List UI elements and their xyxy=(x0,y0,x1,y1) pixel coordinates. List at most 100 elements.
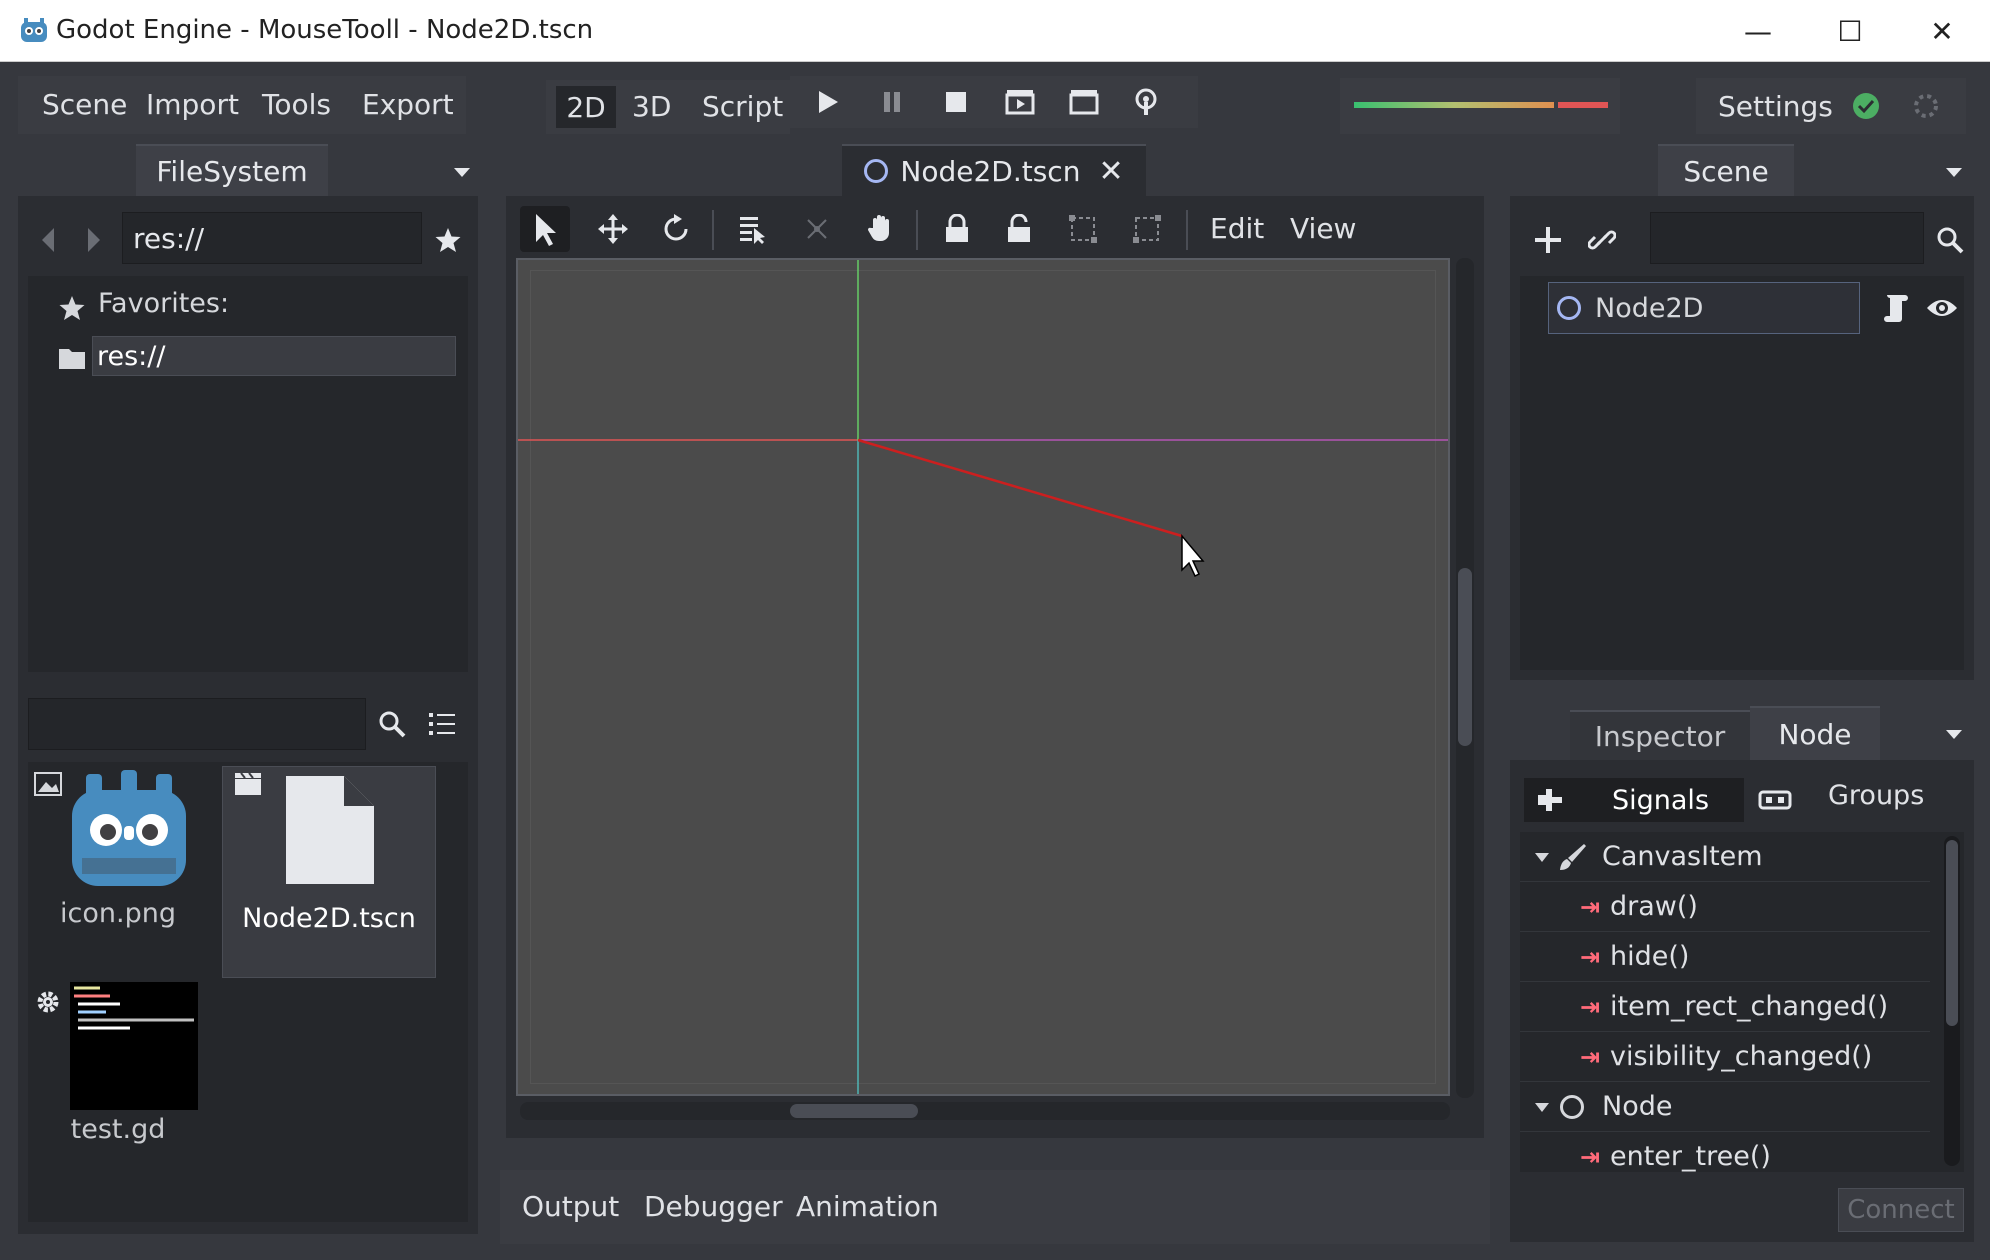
signal-item-rect-changed[interactable]: ⇥ item_rect_changed() xyxy=(1520,982,1930,1032)
menu-export[interactable]: Export xyxy=(362,88,454,121)
back-arrow-icon[interactable] xyxy=(34,222,62,258)
add-node-icon[interactable] xyxy=(1526,218,1570,262)
settings-area: Settings xyxy=(1696,78,1966,134)
scene-tree-node2d-label: Node2D xyxy=(1595,292,1704,324)
tab-scene[interactable]: Scene xyxy=(1658,144,1794,196)
rotate-tool-icon[interactable] xyxy=(654,206,700,252)
file-item-node2d-tscn[interactable]: Node2D.tscn xyxy=(222,766,436,978)
toolbar-separator xyxy=(916,210,918,250)
select-tool-icon[interactable] xyxy=(520,206,570,252)
visibility-eye-icon[interactable] xyxy=(1924,290,1960,326)
signal-category-canvasitem[interactable]: CanvasItem xyxy=(1520,832,1930,882)
forward-arrow-icon[interactable] xyxy=(80,222,108,258)
node-dock-menu-arrow-icon[interactable] xyxy=(1944,718,1964,739)
play-icon[interactable] xyxy=(808,84,848,120)
node-filter-input[interactable] xyxy=(1650,212,1924,264)
mode-script-button[interactable]: Script xyxy=(702,90,783,123)
instance-link-icon[interactable] xyxy=(1580,218,1624,262)
pause-icon[interactable] xyxy=(872,84,912,120)
signal-arrow-icon: ⇥ xyxy=(1579,1042,1601,1071)
unlock-icon[interactable] xyxy=(996,206,1042,252)
tab-debugger[interactable]: Debugger xyxy=(644,1190,783,1223)
favorites-label: Favorites: xyxy=(98,288,230,319)
connect-button[interactable]: Connect xyxy=(1838,1188,1964,1232)
menu-scene[interactable]: Scene xyxy=(42,88,127,121)
signal-arrow-icon: ⇥ xyxy=(1579,1142,1601,1171)
mode-2d-button[interactable]: 2D xyxy=(556,86,616,128)
play-custom-scene-icon[interactable] xyxy=(1064,84,1104,120)
signal-enter-tree[interactable]: ⇥ enter_tree() xyxy=(1520,1132,1930,1172)
signals-scrollbar-thumb[interactable] xyxy=(1946,840,1958,1026)
tab-animation[interactable]: Animation xyxy=(796,1190,939,1223)
file-label-icon-png[interactable]: icon.png xyxy=(28,898,208,929)
scene-tree-node2d[interactable]: Node2D xyxy=(1548,282,1860,334)
play-scene-icon[interactable] xyxy=(1000,84,1040,120)
file-label-test-gd[interactable]: test.gd xyxy=(28,1114,208,1145)
collapse-arrow-icon[interactable] xyxy=(1532,847,1552,867)
close-tab-icon[interactable]: ✕ xyxy=(1098,154,1123,189)
pivot-tool-icon[interactable] xyxy=(794,206,840,252)
vertical-scrollbar-thumb[interactable] xyxy=(1458,568,1472,746)
node-dock: Signals Groups CanvasItem ⇥ draw() ⇥ hid… xyxy=(1510,760,1974,1242)
move-tool-icon[interactable] xyxy=(590,206,636,252)
dock-menu-arrow-icon[interactable] xyxy=(452,156,472,177)
horizontal-scrollbar-thumb[interactable] xyxy=(790,1104,918,1118)
signal-arrow-icon: ⇥ xyxy=(1579,942,1601,971)
tab-output[interactable]: Output xyxy=(522,1190,619,1223)
pan-hand-icon[interactable] xyxy=(858,206,904,252)
path-field[interactable]: res:// xyxy=(122,212,422,264)
search-icon[interactable] xyxy=(370,702,414,746)
menu-view[interactable]: View xyxy=(1290,212,1356,245)
window-titlebar: Godot Engine - MouseTooll - Node2D.tscn … xyxy=(0,0,1990,62)
menu-edit[interactable]: Edit xyxy=(1210,212,1264,245)
favorite-star-icon[interactable] xyxy=(428,220,468,260)
file-search-input[interactable] xyxy=(28,698,366,750)
audio-meter-peak xyxy=(1558,102,1608,108)
tree-item-res[interactable]: res:// xyxy=(92,336,456,376)
viewport-2d[interactable] xyxy=(516,258,1450,1096)
signal-category-node[interactable]: Node xyxy=(1520,1082,1930,1132)
scene-dock-menu-arrow-icon[interactable] xyxy=(1944,156,1964,177)
tab-node[interactable]: Node xyxy=(1750,706,1880,760)
stop-icon[interactable] xyxy=(936,84,976,120)
mode-3d-button[interactable]: 3D xyxy=(632,90,671,123)
subtab-signals[interactable]: Signals xyxy=(1524,778,1744,822)
audio-meter xyxy=(1340,78,1620,134)
signal-category-label: CanvasItem xyxy=(1602,841,1763,872)
signals-scrollbar[interactable] xyxy=(1944,836,1960,1166)
maximize-button[interactable]: ☐ xyxy=(1804,0,1896,62)
tab-filesystem[interactable]: FileSystem xyxy=(136,144,328,196)
ungroup-icon[interactable] xyxy=(1124,206,1170,252)
list-select-icon[interactable] xyxy=(730,206,776,252)
toolbar-separator xyxy=(712,210,714,250)
debug-options-icon[interactable] xyxy=(1126,84,1166,120)
list-view-icon[interactable] xyxy=(420,702,464,746)
minimize-button[interactable]: — xyxy=(1712,0,1804,62)
attach-script-icon[interactable] xyxy=(1880,290,1912,326)
menu-tools[interactable]: Tools xyxy=(262,88,331,121)
tab-node2d-tscn[interactable]: Node2D.tscn ✕ xyxy=(842,144,1146,196)
vertical-scrollbar[interactable] xyxy=(1456,258,1474,1098)
signals-tree: CanvasItem ⇥ draw() ⇥ hide() ⇥ item_rect… xyxy=(1520,832,1964,1172)
node-search-icon[interactable] xyxy=(1928,218,1972,262)
signal-hide[interactable]: ⇥ hide() xyxy=(1520,932,1930,982)
settings-button[interactable]: Settings xyxy=(1718,90,1833,123)
menu-import[interactable]: Import xyxy=(146,88,239,121)
subtab-groups[interactable]: Groups xyxy=(1828,780,1924,811)
collapse-arrow-icon[interactable] xyxy=(1532,1097,1552,1117)
close-window-button[interactable]: ✕ xyxy=(1896,0,1988,62)
signal-label: enter_tree() xyxy=(1610,1141,1771,1172)
mode-switcher: 2D 3D Script xyxy=(546,80,790,134)
signal-category-label: Node xyxy=(1602,1091,1673,1122)
signal-visibility-changed[interactable]: ⇥ visibility_changed() xyxy=(1520,1032,1930,1082)
godot-icon-thumbnail[interactable] xyxy=(68,768,190,890)
audio-meter-bar xyxy=(1354,102,1554,108)
group-icon[interactable] xyxy=(1060,206,1106,252)
canvasitem-brush-icon xyxy=(1560,843,1586,870)
horizontal-scrollbar[interactable] xyxy=(520,1102,1450,1120)
signal-draw[interactable]: ⇥ draw() xyxy=(1520,882,1930,932)
tab-inspector[interactable]: Inspector xyxy=(1570,710,1750,760)
lock-icon[interactable] xyxy=(934,206,980,252)
script-thumbnail[interactable] xyxy=(70,982,198,1110)
filesystem-tree: Favorites: res:// xyxy=(28,276,468,672)
